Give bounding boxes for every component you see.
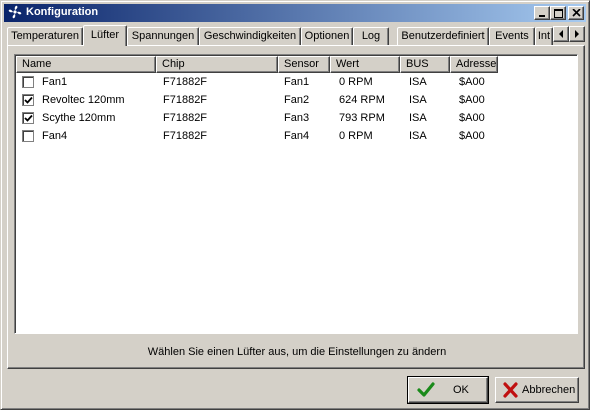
tab-luefter[interactable]: Lüfter <box>83 25 127 46</box>
cell-value: 0 RPM <box>339 76 373 88</box>
cell-name: Fan4 <box>42 130 68 142</box>
maximize-icon <box>554 9 563 18</box>
ok-button-label: OK <box>453 384 469 396</box>
cell-name: Revoltec 120mm <box>42 94 125 106</box>
cell-address: $A00 <box>459 130 485 142</box>
minimize-button[interactable] <box>534 6 550 20</box>
minimize-icon <box>539 15 545 17</box>
window-title: Konfiguration <box>26 6 99 18</box>
tab-strip: Temperaturen Lüfter Spannungen Geschwind… <box>7 25 585 46</box>
close-button[interactable] <box>568 6 584 20</box>
tab-spannungen[interactable]: Spannungen <box>127 27 199 45</box>
cell-bus: ISA <box>409 76 427 88</box>
arrow-right-icon <box>575 30 579 38</box>
cell-chip: F71882F <box>163 112 208 124</box>
row-checkbox[interactable] <box>22 94 34 106</box>
configuration-window: Konfiguration Temperaturen Lüfter Spannu… <box>0 0 590 410</box>
column-header-adresse[interactable]: Adresse <box>450 56 498 73</box>
cell-value: 624 RPM <box>339 94 385 106</box>
cell-value: 0 RPM <box>339 130 373 142</box>
cell-value: 793 RPM <box>339 112 385 124</box>
cell-bus: ISA <box>409 94 427 106</box>
cancel-button[interactable]: Abbrechen <box>495 377 579 403</box>
ok-button[interactable]: OK <box>407 376 489 404</box>
checkmark-icon <box>24 114 33 122</box>
column-header-name[interactable]: Name <box>16 56 156 73</box>
tab-events[interactable]: Events <box>489 27 535 45</box>
cancel-button-label: Abbrechen <box>522 384 576 396</box>
cell-chip: F71882F <box>163 130 208 142</box>
hint-text: Wählen Sie einen Lüfter aus, um die Eins… <box>147 346 447 358</box>
cell-name: Fan1 <box>42 76 68 88</box>
cell-sensor: Fan3 <box>284 112 310 124</box>
maximize-button[interactable] <box>550 6 566 20</box>
tab-temperaturen[interactable]: Temperaturen <box>7 27 83 45</box>
row-checkbox[interactable] <box>22 112 34 124</box>
checkmark-icon <box>417 382 435 397</box>
tab-geschwindigkeiten[interactable]: Geschwindigkeiten <box>199 27 301 45</box>
tab-int[interactable]: Int <box>535 27 553 45</box>
row-checkbox[interactable] <box>22 130 34 142</box>
title-bar[interactable]: Konfiguration <box>4 4 586 22</box>
column-header-bus[interactable]: BUS <box>400 56 450 73</box>
cell-address: $A00 <box>459 76 485 88</box>
cell-sensor: Fan4 <box>284 130 310 142</box>
tab-log[interactable]: Log <box>353 27 389 45</box>
tab-benutzerdefiniert[interactable]: Benutzerdefiniert <box>397 27 489 45</box>
cell-chip: F71882F <box>163 76 208 88</box>
cell-bus: ISA <box>409 112 427 124</box>
fan-list[interactable]: Name Chip Sensor Wert BUS Adresse Fan1 F… <box>14 54 578 334</box>
checkmark-icon <box>24 96 33 104</box>
tab-scroll-right-button[interactable] <box>569 26 585 42</box>
column-header-wert[interactable]: Wert <box>330 56 400 73</box>
row-checkbox[interactable] <box>22 76 34 88</box>
cell-sensor: Fan1 <box>284 76 310 88</box>
list-item[interactable]: Revoltec 120mm F71882F Fan2 624 RPM ISA … <box>16 91 576 109</box>
column-header-sensor[interactable]: Sensor <box>278 56 330 73</box>
list-item[interactable]: Fan4 F71882F Fan4 0 RPM ISA $A00 <box>16 127 576 145</box>
list-item[interactable]: Fan1 F71882F Fan1 0 RPM ISA $A00 <box>16 73 576 91</box>
tab-panel: Name Chip Sensor Wert BUS Adresse Fan1 F… <box>7 45 585 369</box>
tab-optionen[interactable]: Optionen <box>301 27 353 45</box>
cell-address: $A00 <box>459 112 485 124</box>
list-header: Name Chip Sensor Wert BUS Adresse <box>16 56 576 73</box>
list-item[interactable]: Scythe 120mm F71882F Fan3 793 RPM ISA $A… <box>16 109 576 127</box>
arrow-left-icon <box>559 30 563 38</box>
x-icon <box>503 382 518 398</box>
cell-bus: ISA <box>409 130 427 142</box>
cell-chip: F71882F <box>163 94 208 106</box>
tab-scroll-left-button[interactable] <box>553 26 569 42</box>
cell-address: $A00 <box>459 94 485 106</box>
fan-icon <box>7 5 23 21</box>
close-icon <box>572 9 581 17</box>
cell-sensor: Fan2 <box>284 94 310 106</box>
cell-name: Scythe 120mm <box>42 112 116 124</box>
column-header-chip[interactable]: Chip <box>156 56 278 73</box>
